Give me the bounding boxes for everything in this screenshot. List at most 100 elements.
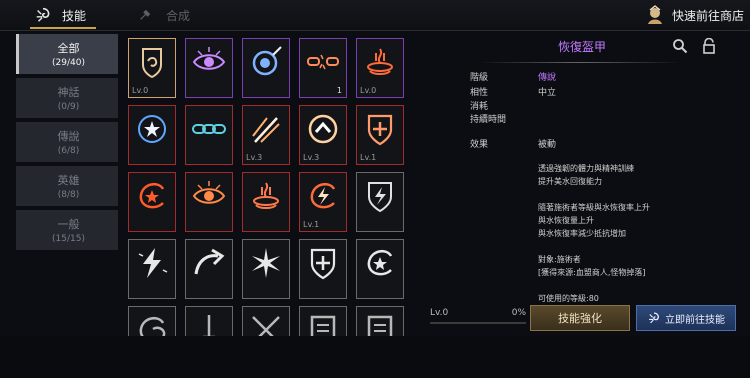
desc-line: 透過強韌的體力與精神訓練 xyxy=(538,164,634,173)
category-hero[interactable]: 英雄 (8/8) xyxy=(16,166,118,206)
category-count: (0/9) xyxy=(57,102,80,112)
top-bar: 技能 合成 快速前往商店 xyxy=(0,0,750,31)
desc-line: 隨著施術者等級與水恢復率上升 xyxy=(538,203,650,212)
blue-sphere-icon xyxy=(252,46,282,76)
skill-enhance-button[interactable]: 技能強化 xyxy=(530,305,630,331)
category-label: 英雄 xyxy=(57,174,80,187)
bottom-strip xyxy=(0,336,750,378)
skill-level-label: Lv.0 xyxy=(360,86,377,95)
craft-hammer-icon xyxy=(140,9,151,20)
prop-value: 中立 xyxy=(538,88,557,98)
skill-slot[interactable]: Lv.1 xyxy=(299,172,347,232)
sword-icon xyxy=(203,315,215,336)
up-arrow-circle-icon xyxy=(308,114,338,144)
eye-icon xyxy=(192,181,226,204)
quick-shop-link[interactable]: 快速前往商店 xyxy=(644,0,744,30)
skill-slot[interactable] xyxy=(128,306,176,336)
category-count: (6/8) xyxy=(57,146,80,156)
goto-skill-button[interactable]: 立即前往技能 xyxy=(636,305,736,331)
lock-icon[interactable] xyxy=(702,38,716,54)
broken-chain-icon xyxy=(307,54,339,70)
category-mythic[interactable]: 神話 (0/9) xyxy=(16,78,118,118)
skill-slot[interactable] xyxy=(299,306,347,336)
skill-progress-percent: 0% xyxy=(511,308,526,318)
skill-level-label: Lv.3 xyxy=(246,153,263,162)
category-label: 全部 xyxy=(57,42,80,55)
star-swirl-icon xyxy=(367,249,393,276)
prop-label: 階級 xyxy=(470,73,489,83)
skill-detail-panel: 恢復盔甲 階級 傳說 相性 中立 消耗 持續時間 效果 被動 透過強韌的體力與精… xyxy=(420,30,750,330)
lightning-shield-icon xyxy=(368,182,392,213)
skill-swirl-icon xyxy=(649,312,659,324)
progress-track xyxy=(430,322,526,324)
search-icon[interactable] xyxy=(672,38,688,54)
effect-label: 效果 xyxy=(470,140,489,150)
skill-slot[interactable] xyxy=(185,172,233,232)
title-divider xyxy=(480,62,680,63)
skill-slot[interactable] xyxy=(185,105,233,165)
lightning-icon xyxy=(138,248,168,278)
banner-icon xyxy=(310,315,336,336)
category-count: (29/40) xyxy=(52,58,85,68)
shield-plus-icon xyxy=(310,248,336,280)
skill-slot[interactable] xyxy=(356,172,404,232)
shop-merchant-icon xyxy=(647,5,662,24)
skill-swirl-icon xyxy=(36,7,50,22)
category-count: (15/15) xyxy=(52,234,85,244)
skill-slot[interactable] xyxy=(185,306,233,336)
category-all[interactable]: 全部 (29/40) xyxy=(16,34,118,74)
effect-value: 被動 xyxy=(538,140,557,150)
star-medallion-icon xyxy=(138,115,166,143)
skill-slot[interactable]: Lv.0 xyxy=(128,38,176,98)
category-label: 一般 xyxy=(57,218,80,231)
curved-arrow-icon xyxy=(194,248,225,275)
skill-level-label: Lv.3 xyxy=(303,153,320,162)
tab-craft[interactable]: 合成 xyxy=(138,0,190,30)
eye-icon xyxy=(192,47,226,70)
category-sidebar: 全部 (29/40) 神話 (0/9) 傳說 (6/8) 英雄 (8/8) 一般… xyxy=(16,34,118,254)
skill-level: Lv.0 xyxy=(430,308,449,318)
prop-value: 傳說 xyxy=(538,73,557,83)
skill-slot[interactable] xyxy=(128,105,176,165)
skill-slot[interactable] xyxy=(128,239,176,299)
star-swirl-icon xyxy=(139,182,165,209)
desc-line: 提升美水回復能力 xyxy=(538,177,602,186)
shield-plus-icon xyxy=(367,114,393,146)
shield-arm-icon xyxy=(142,48,162,79)
sword-strike-icon xyxy=(252,117,280,143)
tab-skills-label: 技能 xyxy=(62,8,87,23)
skill-level-progress: Lv.0 0% xyxy=(430,308,526,324)
skill-count-label: 1 xyxy=(336,86,342,95)
skill-slot[interactable]: 1 xyxy=(299,38,347,98)
skill-slot[interactable]: Lv.3 xyxy=(299,105,347,165)
category-legendary[interactable]: 傳說 (6/8) xyxy=(16,122,118,162)
fire-bowl-icon xyxy=(367,48,393,75)
skill-slot[interactable] xyxy=(185,239,233,299)
category-normal[interactable]: 一般 (15/15) xyxy=(16,210,118,250)
skill-slot[interactable] xyxy=(242,306,290,336)
skill-slot[interactable] xyxy=(242,38,290,98)
fire-bowl-icon xyxy=(253,182,279,209)
skill-slot[interactable] xyxy=(185,38,233,98)
skill-slot[interactable] xyxy=(356,239,404,299)
skill-slot[interactable] xyxy=(356,306,404,336)
desc-line: 可使用的等級:80 xyxy=(538,294,599,303)
crossed-swords-icon xyxy=(252,316,280,336)
goto-skill-label: 立即前往技能 xyxy=(665,314,725,326)
skill-grid: Lv.0 1 Lv.0 Lv.3 Lv.3 Lv.1 Lv.1 xyxy=(126,36,412,336)
skill-slot[interactable] xyxy=(128,172,176,232)
skill-slot[interactable] xyxy=(242,239,290,299)
prop-label: 持續時間 xyxy=(470,115,507,125)
skill-title: 恢復盔甲 xyxy=(558,40,607,54)
category-count: (8/8) xyxy=(57,190,80,200)
desc-line: 對象:施術者 xyxy=(538,255,581,264)
skill-level-label: Lv.0 xyxy=(132,86,149,95)
skill-slot[interactable]: Lv.0 xyxy=(356,38,404,98)
skill-slot[interactable]: Lv.3 xyxy=(242,105,290,165)
skill-slot[interactable]: Lv.1 xyxy=(356,105,404,165)
skill-slot[interactable] xyxy=(299,239,347,299)
category-label: 神話 xyxy=(57,86,80,99)
skill-enhance-label: 技能強化 xyxy=(558,312,602,325)
skill-slot[interactable] xyxy=(242,172,290,232)
tab-skills[interactable]: 技能 xyxy=(34,0,86,30)
